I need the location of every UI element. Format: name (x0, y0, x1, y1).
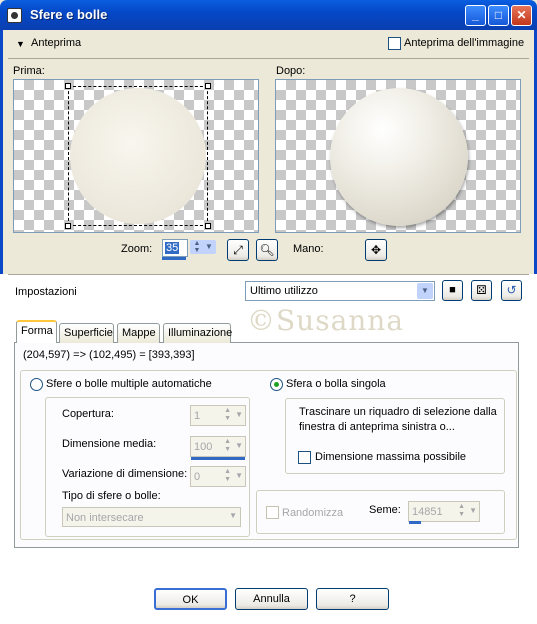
spinner-icon[interactable]: ▲ ▼ (458, 503, 465, 519)
selection-handle[interactable] (65, 83, 71, 89)
avg-size-input[interactable]: 100 ▲ ▼ ▼ (190, 436, 246, 457)
avg-size-label: Dimensione media: (62, 438, 157, 450)
zoom-progress (162, 257, 186, 260)
image-preview-label: Anteprima dell'immagine (404, 37, 525, 49)
chevron-down-icon[interactable]: ▼ (235, 471, 243, 480)
before-preview[interactable] (13, 79, 259, 233)
preview-toggle-label[interactable]: Anteprima (31, 37, 81, 49)
selection-handle[interactable] (205, 223, 211, 229)
size-variation-label: Variazione di dimensione: (62, 468, 188, 480)
type-select[interactable]: Non intersecare ▼ (62, 507, 241, 527)
tab-illuminazione[interactable]: Illuminazione (163, 323, 232, 343)
size-variation-value: 0 (194, 471, 201, 483)
seed-progress (409, 521, 421, 524)
collapse-arrow-icon[interactable]: ▼ (16, 39, 25, 49)
type-label: Tipo di sfere o bolle: (62, 490, 161, 502)
selection-handle[interactable] (65, 223, 71, 229)
close-button[interactable]: ✕ (511, 5, 532, 26)
seed-label: Seme: (369, 504, 401, 516)
save-preset-button[interactable]: ■ (442, 280, 463, 301)
fit-window-icon: ⤢ (233, 243, 243, 257)
hand-label: Mano: (293, 243, 324, 255)
ok-button[interactable]: OK (154, 588, 227, 610)
zoom-value: 35 (165, 242, 180, 254)
avg-size-progress (191, 457, 245, 460)
image-preview-checkbox[interactable] (388, 37, 401, 50)
selection-coordinates: (204,597) => (102,495) = [393,393] (23, 349, 195, 361)
dice-icon: ⚄ (476, 283, 487, 297)
single-label: Sfera o bolla singola (286, 378, 386, 390)
coverage-label: Copertura: (62, 408, 114, 420)
divider (8, 274, 529, 275)
max-size-label: Dimensione massima possibile (315, 451, 467, 463)
seed-value: 14851 (412, 506, 443, 518)
chevron-down-icon[interactable]: ▼ (235, 410, 243, 419)
zoom-input[interactable]: 35 (162, 239, 188, 257)
preset-value: Ultimo utilizzo (250, 285, 318, 297)
cancel-button[interactable]: Annulla (235, 588, 308, 610)
settings-label: Impostazioni (15, 286, 77, 298)
chevron-down-icon[interactable]: ▼ (229, 511, 237, 520)
maximize-button[interactable]: □ (488, 5, 509, 26)
magnifier-icon: 🔍︎ (259, 243, 275, 257)
floppy-disk-icon: ■ (449, 284, 456, 296)
spinner-icon[interactable]: ▲ ▼ (224, 468, 231, 484)
divider (8, 58, 529, 59)
reset-icon: ↺ (506, 283, 517, 297)
window-title: Sfere e bolle (30, 7, 108, 22)
after-label: Dopo: (276, 65, 306, 77)
tab-mappe[interactable]: Mappe (117, 323, 160, 343)
coverage-value: 1 (194, 410, 201, 422)
chevron-down-icon[interactable]: ▼ (235, 441, 243, 450)
preset-select[interactable]: Ultimo utilizzo ▼ (245, 281, 435, 301)
radio-multiple[interactable] (30, 378, 43, 391)
after-preview (275, 79, 521, 233)
tab-superficie[interactable]: Superficie (59, 323, 114, 343)
minimize-button[interactable]: _ (465, 5, 486, 26)
before-label: Prima: (13, 65, 45, 77)
tab-forma[interactable]: Forma (16, 320, 57, 343)
move-icon: ✥ (370, 243, 382, 257)
instructions-text: Trascinare un riquadro di selezione dall… (299, 406, 497, 433)
zoom-fit-button[interactable]: ⤢ (227, 239, 249, 261)
zoom-tool-button[interactable]: 🔍︎ (256, 239, 278, 261)
sphere-image-after (330, 88, 468, 226)
random-button[interactable]: ⚄ (471, 280, 492, 301)
randomize-label: Randomizza (282, 507, 344, 519)
watermark: ©Susanna (247, 304, 405, 337)
app-icon (7, 8, 22, 23)
spinner-icon[interactable]: ▲ ▼ (224, 407, 231, 423)
randomize-checkbox[interactable] (266, 506, 279, 519)
selection-handle[interactable] (205, 83, 211, 89)
seed-input[interactable]: 14851 ▲ ▼ ▼ (408, 501, 480, 522)
radio-single[interactable] (270, 378, 283, 391)
size-variation-input[interactable]: 0 ▲ ▼ ▼ (190, 466, 246, 487)
spinner-icon[interactable]: ▲ ▼ (224, 438, 231, 454)
help-button[interactable]: ? (316, 588, 389, 610)
max-size-checkbox[interactable] (298, 451, 311, 464)
pan-button[interactable]: ✥ (365, 239, 387, 261)
selection-rectangle[interactable] (68, 86, 208, 226)
avg-size-value: 100 (194, 441, 213, 453)
zoom-label: Zoom: (121, 243, 153, 255)
type-value: Non intersecare (66, 512, 144, 524)
chevron-down-icon[interactable]: ▼ (469, 506, 477, 515)
chevron-down-icon[interactable]: ▼ (417, 283, 433, 299)
multiple-label: Sfere o bolle multiple automatiche (46, 378, 212, 390)
coverage-input[interactable]: 1 ▲ ▼ ▼ (190, 405, 246, 426)
zoom-dropdown-icon[interactable]: ▼ (202, 240, 216, 254)
reset-button[interactable]: ↺ (501, 280, 522, 301)
